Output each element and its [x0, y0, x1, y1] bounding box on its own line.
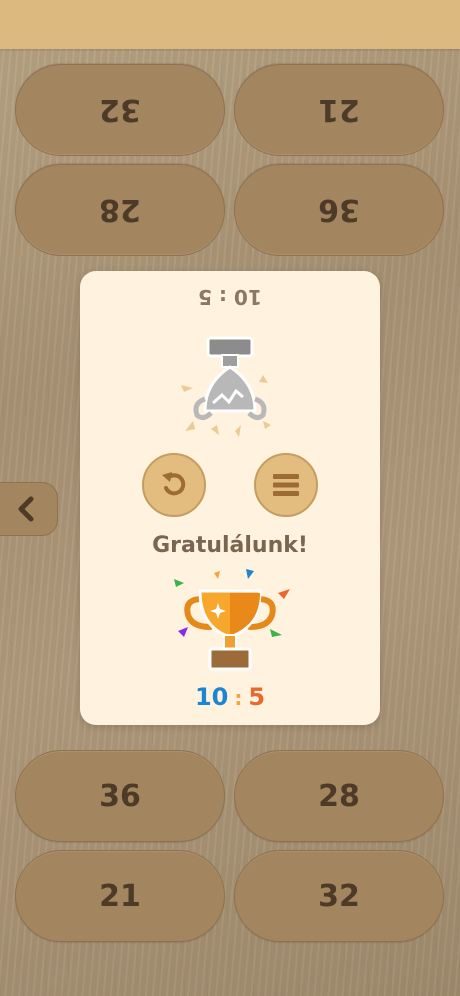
bottom-option-button-4[interactable]: 32 — [234, 850, 444, 942]
option-label: 28 — [99, 192, 141, 228]
option-label: 36 — [99, 778, 141, 814]
top-option-button-4[interactable]: 36 — [234, 164, 444, 256]
bottom-option-button-3[interactable]: 21 — [15, 850, 225, 942]
final-score: 10:5 — [80, 683, 380, 711]
result-dialog: 10 : 5 Gratulálunk! 10: 5 — [80, 271, 380, 725]
bottom-option-button-2[interactable]: 28 — [234, 750, 444, 842]
menu-icon — [273, 474, 299, 496]
option-label: 21 — [318, 92, 360, 128]
back-button[interactable] — [0, 482, 58, 536]
opponent-score: 10 : 5 — [198, 285, 262, 309]
bottom-option-button-1[interactable]: 36 — [15, 750, 225, 842]
top-bar — [0, 0, 460, 49]
option-label: 28 — [318, 778, 360, 814]
top-option-button-3[interactable]: 28 — [15, 164, 225, 256]
option-label: 32 — [99, 92, 141, 128]
opponent-score-value: 5 — [248, 683, 266, 711]
option-label: 32 — [318, 878, 360, 914]
replay-button[interactable] — [142, 453, 206, 517]
option-label: 21 — [99, 878, 141, 914]
replay-icon — [162, 472, 186, 496]
player-score: 10 — [194, 683, 229, 711]
broken-trophy-icon — [181, 336, 271, 437]
trophy-icon — [174, 569, 290, 671]
chevron-left-icon — [18, 496, 34, 522]
option-label: 36 — [318, 192, 360, 228]
top-option-button-1[interactable]: 32 — [15, 64, 225, 156]
top-option-button-2[interactable]: 21 — [234, 64, 444, 156]
menu-button[interactable] — [254, 453, 318, 517]
score-separator: : — [234, 686, 243, 710]
congratulations-message: Gratulálunk! — [152, 533, 308, 558]
